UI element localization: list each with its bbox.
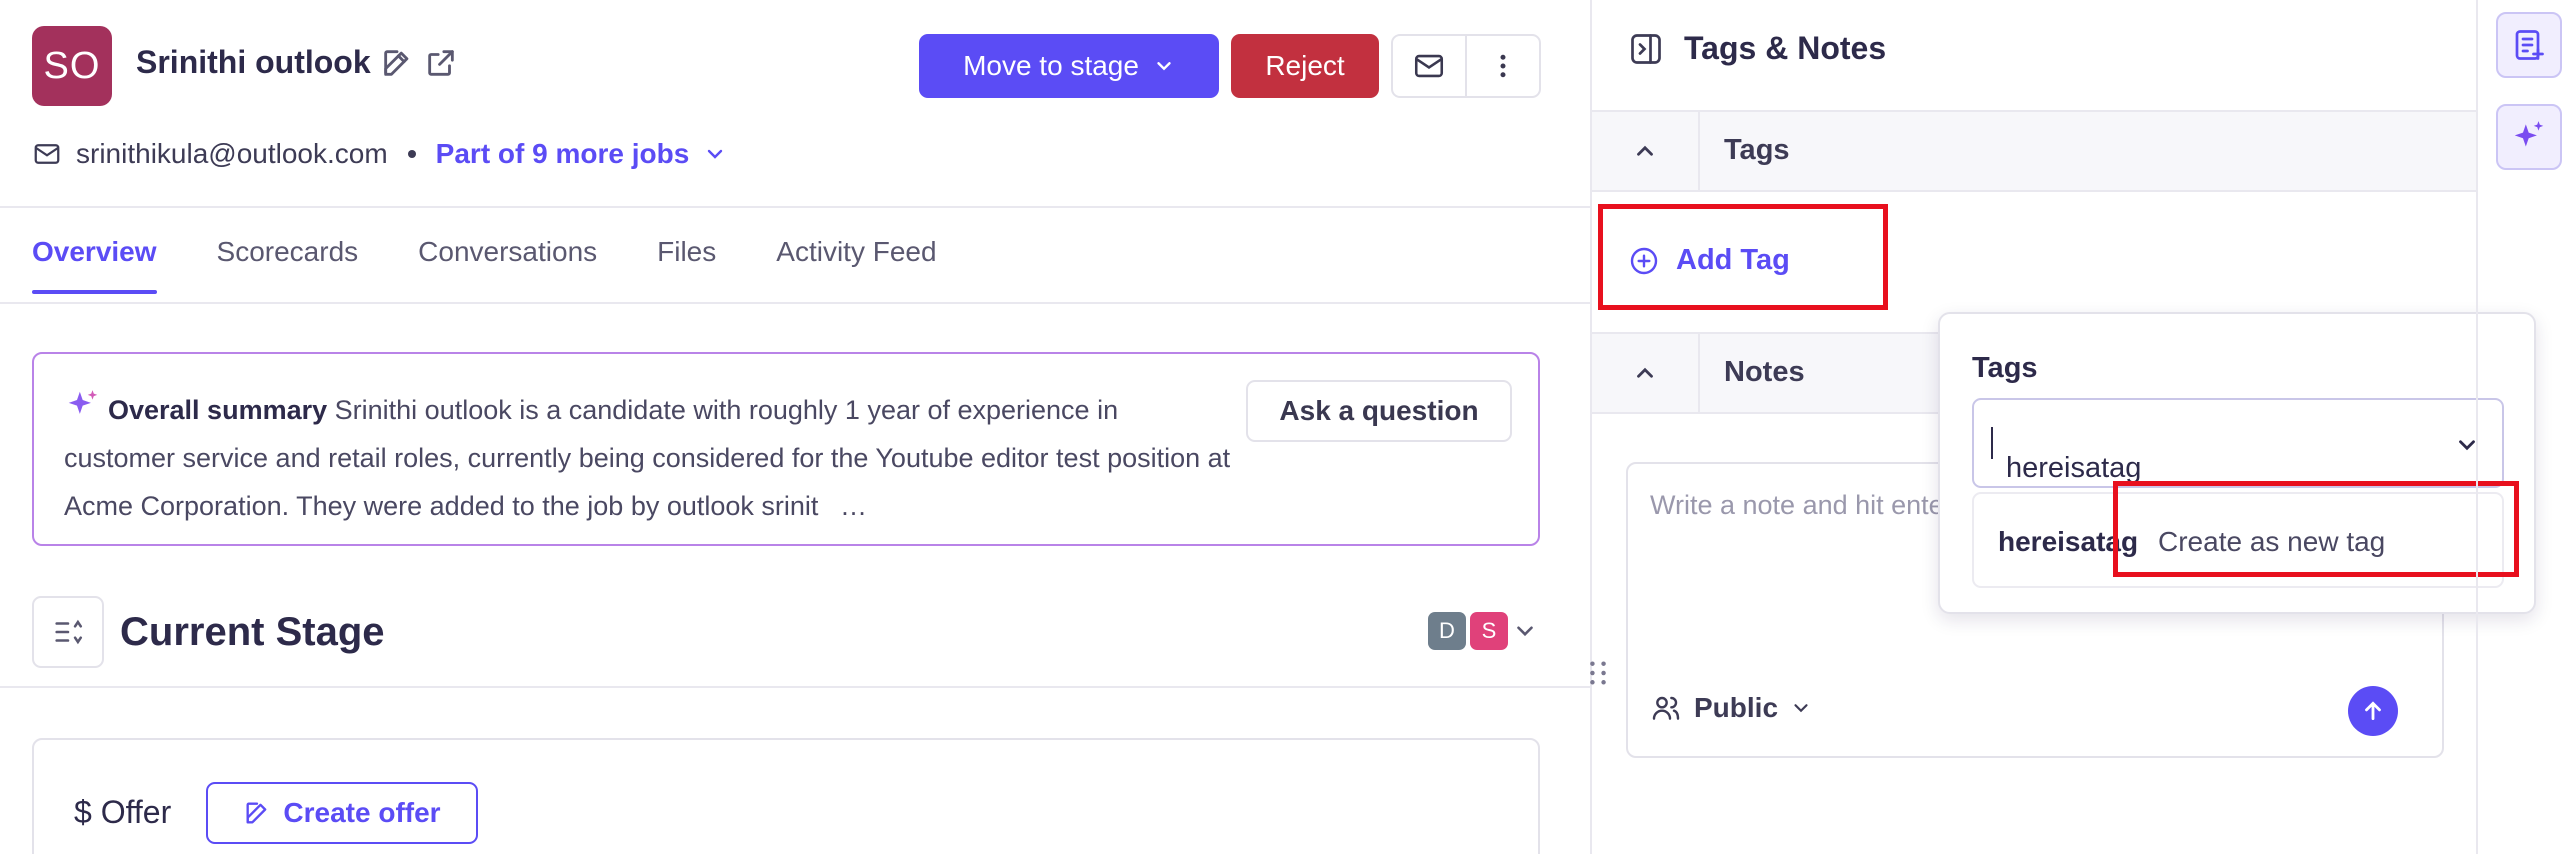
tab-files[interactable]: Files: [657, 236, 716, 294]
visibility-label: Public: [1694, 692, 1779, 723]
tab-scorecards[interactable]: Scorecards: [217, 236, 359, 294]
tab-conversations[interactable]: Conversations: [418, 236, 597, 294]
create-offer-label: Create offer: [283, 797, 441, 828]
users-icon: [1652, 696, 1680, 720]
move-to-stage-button[interactable]: Move to stage: [919, 34, 1219, 98]
tags-section-header[interactable]: Tags: [1592, 110, 2478, 192]
assignee-avatar: S: [1470, 612, 1508, 650]
tabs-divider: [0, 302, 1590, 304]
note-add-icon: [2515, 30, 2544, 60]
move-to-stage-label: Move to stage: [963, 50, 1139, 81]
email-button[interactable]: [1393, 36, 1467, 96]
drag-handle-icon[interactable]: [1588, 660, 1608, 686]
list-sort-icon: [55, 619, 83, 645]
offer-card: $ Offer Create offer: [32, 738, 1540, 854]
action-button-group: [1391, 34, 1541, 98]
sparkle-icon: [2514, 121, 2544, 147]
visibility-select[interactable]: Public: [1650, 692, 1812, 724]
candidate-avatar: SO: [32, 26, 112, 106]
create-offer-button[interactable]: Create offer: [206, 782, 478, 844]
offer-label: $ Offer: [74, 794, 172, 830]
edit-icon: [246, 802, 267, 824]
chevron-down-icon: [1517, 626, 1533, 637]
panel-header: Tags & Notes: [1628, 30, 1886, 67]
more-vertical-icon: [1500, 54, 1506, 78]
more-jobs-link[interactable]: Part of 9 more jobs: [436, 138, 690, 170]
summary-body: Overall summary Srinithi outlook is a ca…: [64, 386, 1234, 530]
assignee-avatar: D: [1428, 612, 1466, 650]
sparkle-icon: [68, 390, 98, 414]
note-placeholder: Write a note and hit enter: [1650, 490, 1953, 520]
notes-section-label: Notes: [1724, 356, 1805, 388]
ask-question-button[interactable]: Ask a question: [1246, 380, 1512, 442]
separator-dot: [407, 150, 416, 158]
chevron-down-icon: [1157, 62, 1171, 71]
send-note-button[interactable]: [2348, 686, 2398, 736]
edit-icon[interactable]: [380, 46, 416, 82]
ai-rail-button[interactable]: [2496, 104, 2562, 170]
tags-section-label: Tags: [1724, 134, 1790, 166]
tag-search-input[interactable]: hereisatag: [1972, 398, 2504, 488]
highlight-box: [2113, 481, 2519, 577]
collapse-notes-button[interactable]: [1592, 334, 1700, 412]
tag-dropdown-label: Tags: [1972, 352, 2038, 384]
arrow-up-icon: [2365, 701, 2381, 720]
reject-button[interactable]: Reject: [1231, 34, 1379, 98]
text-caret: [1991, 427, 1993, 460]
stage-assignees[interactable]: D S: [1428, 612, 1538, 650]
header-divider: [0, 206, 1590, 208]
candidate-contact-row: srinithikula@outlook.com Part of 9 more …: [32, 136, 727, 172]
chevron-down-icon: [1794, 704, 1808, 713]
stage-list-button[interactable]: [32, 596, 104, 668]
tab-overview[interactable]: Overview: [32, 236, 157, 294]
notes-rail-button[interactable]: [2496, 12, 2562, 78]
right-rail: [2476, 0, 2574, 854]
highlight-box: [1598, 204, 1888, 310]
mail-icon: [1414, 54, 1444, 78]
chevron-up-icon: [1637, 145, 1653, 156]
summary-card: Overall summary Srinithi outlook is a ca…: [32, 352, 1540, 546]
tab-activity-feed[interactable]: Activity Feed: [776, 236, 936, 294]
external-link-icon[interactable]: [424, 46, 460, 82]
candidate-email: srinithikula@outlook.com: [76, 138, 388, 169]
chevron-up-icon: [1637, 367, 1653, 378]
stage-divider: [0, 686, 1590, 688]
summary-expand[interactable]: …: [840, 491, 867, 521]
candidate-name: Srinithi outlook: [136, 44, 371, 80]
panel-title: Tags & Notes: [1684, 30, 1887, 66]
current-stage-title: Current Stage: [120, 610, 385, 654]
collapse-panel-icon[interactable]: [1628, 31, 1664, 67]
collapse-tags-button[interactable]: [1592, 112, 1700, 190]
chevron-down-icon[interactable]: [703, 142, 727, 166]
mail-icon: [34, 144, 60, 164]
candidate-tabs: Overview Scorecards Conversations Files …: [32, 236, 937, 294]
summary-title: Overall summary: [108, 395, 328, 425]
more-options-button[interactable]: [1467, 36, 1539, 96]
candidate-main: SO Srinithi outlook Move to stage Reject…: [0, 0, 1590, 854]
